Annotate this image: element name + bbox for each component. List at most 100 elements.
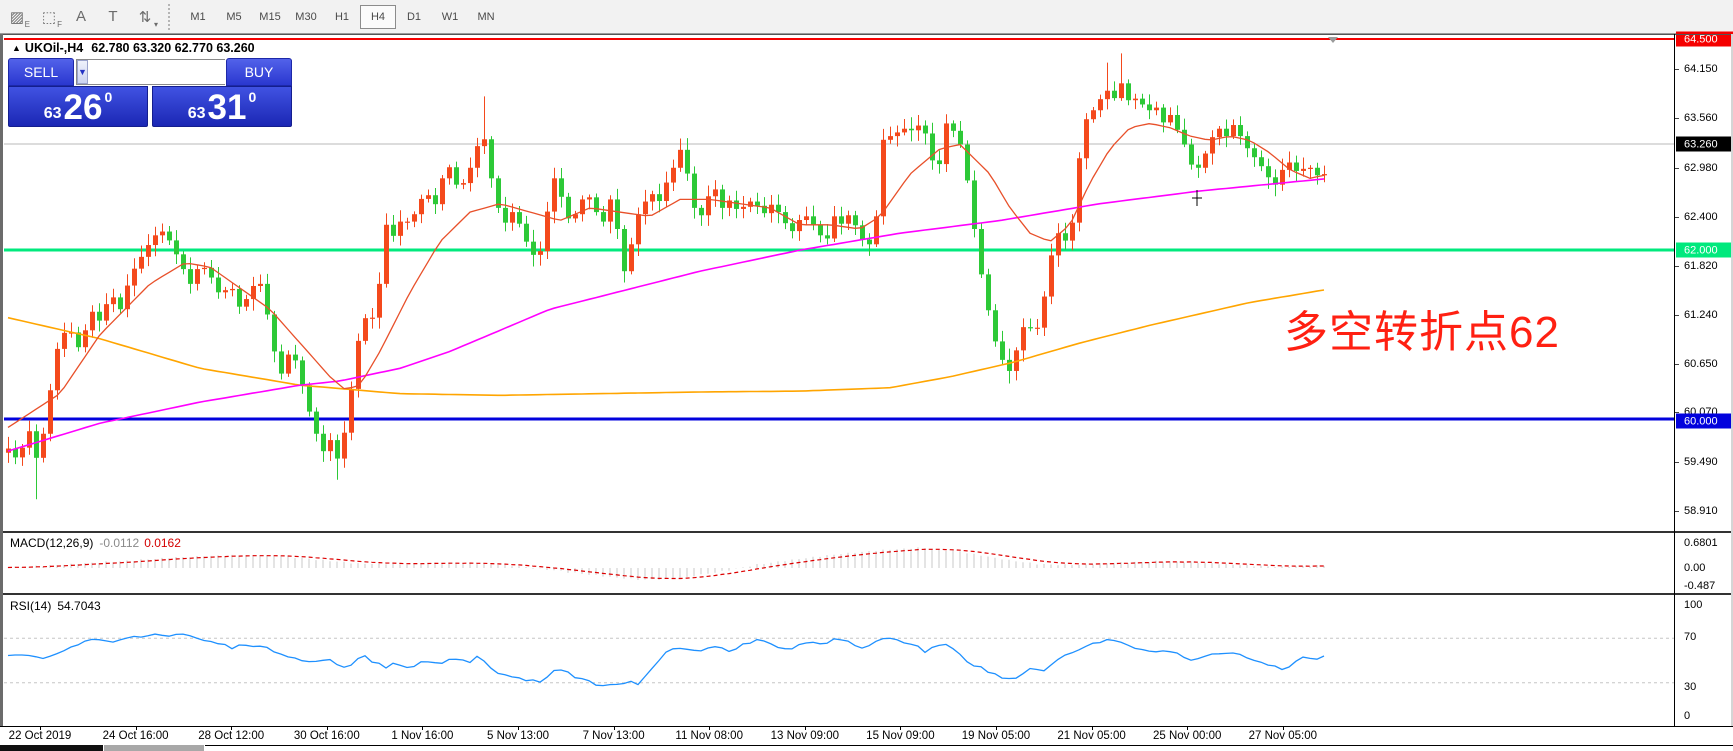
candle-body — [797, 220, 802, 231]
crosshair-draw-tool-icon[interactable]: ▨E — [2, 4, 32, 30]
time-label: 30 Oct 16:00 — [294, 730, 360, 742]
candle-body — [699, 208, 704, 215]
candle-body — [1196, 165, 1201, 168]
indicator-scale-label: 0.6801 — [1684, 537, 1718, 549]
timeframe-h1[interactable]: H1 — [324, 5, 360, 29]
candle-body — [174, 240, 179, 254]
candle-body — [1007, 360, 1012, 371]
price-tick-label: 63.560 — [1684, 112, 1718, 124]
candle-body — [1259, 157, 1264, 166]
ma_fast-line[interactable] — [8, 124, 1324, 428]
candle-body — [279, 351, 284, 373]
candle-body — [433, 195, 438, 204]
macd-separator[interactable] — [0, 531, 1733, 533]
price-badge-63.260: 63.260 — [1676, 137, 1733, 152]
scale-border — [1674, 34, 1675, 745]
time-label: 21 Nov 05:00 — [1057, 730, 1125, 742]
candle-body — [979, 229, 984, 274]
candle-body — [55, 349, 60, 390]
candle-body — [1161, 108, 1166, 123]
candle-body — [1189, 145, 1194, 165]
toolbar: ▨E⬚FAT⇅▾ M1M5M15M30H1H4D1W1MN — [0, 0, 1733, 34]
rsi-indicator-canvas[interactable] — [4, 595, 1674, 725]
bottom-tab-inactive[interactable] — [104, 745, 204, 751]
candle-body — [377, 284, 382, 318]
candle-body — [195, 269, 200, 284]
bottom-tab-strip — [0, 745, 1733, 751]
macd-indicator-canvas[interactable] — [4, 533, 1674, 592]
price-scale[interactable]: 64.15063.56062.98062.40061.82061.24060.6… — [1675, 34, 1733, 744]
candle-body — [1294, 162, 1299, 170]
candle-body — [1063, 233, 1068, 240]
timeframe-d1[interactable]: D1 — [396, 5, 432, 29]
candle-body — [272, 314, 277, 351]
candle-body — [944, 123, 949, 164]
candle-body — [34, 431, 39, 458]
candle-body — [867, 240, 872, 245]
buy-price-tile[interactable]: 63 31 0 — [152, 86, 292, 127]
candle-body — [370, 318, 375, 319]
timeframe-m1[interactable]: M1 — [180, 5, 216, 29]
candle-body — [1147, 104, 1152, 110]
sell-button[interactable]: SELL — [8, 58, 74, 86]
sell-price-sup: 0 — [104, 89, 112, 105]
candle-body — [937, 160, 942, 164]
candle-body — [181, 254, 186, 269]
collapse-arrow-icon[interactable]: ▲ — [12, 43, 21, 53]
candle-body — [1042, 297, 1047, 328]
price-tick — [1675, 118, 1679, 119]
price-tick-label: 62.400 — [1684, 211, 1718, 223]
candle-body — [314, 412, 319, 434]
text-label-tool-icon[interactable]: A — [66, 4, 96, 30]
timeframe-h4[interactable]: H4 — [360, 5, 396, 29]
candle-body — [713, 189, 718, 196]
ma_mid-line[interactable] — [8, 179, 1324, 451]
candle-body — [958, 131, 963, 145]
rsi-separator[interactable] — [0, 593, 1733, 595]
candle-body — [1112, 91, 1117, 98]
rsi-name: RSI(14) — [10, 599, 51, 613]
indicator-scale-label: 70 — [1684, 631, 1696, 643]
candle-body — [384, 225, 389, 284]
candle-body — [307, 385, 312, 411]
bottom-tab-active[interactable] — [0, 745, 103, 751]
candle-body — [1049, 255, 1054, 296]
timeframe-m30[interactable]: M30 — [288, 5, 324, 29]
candle-body — [559, 178, 564, 196]
timeframe-mn[interactable]: MN — [468, 5, 504, 29]
price-tick — [1675, 462, 1679, 463]
ma_slow-line[interactable] — [8, 290, 1324, 395]
chart-annotation-text[interactable]: 多空转折点62 — [1284, 296, 1560, 360]
price-tick-label: 61.240 — [1684, 309, 1718, 321]
candle-body — [258, 284, 263, 286]
timeframe-m15[interactable]: M15 — [252, 5, 288, 29]
candle-body — [223, 290, 228, 292]
rsi-line — [8, 634, 1324, 686]
candle-body — [20, 448, 25, 458]
text-box-tool-icon[interactable]: T — [98, 4, 128, 30]
candle-body — [888, 136, 893, 140]
candle-body — [1224, 129, 1229, 136]
timeframe-m5[interactable]: M5 — [216, 5, 252, 29]
chart-top-border — [0, 34, 1733, 35]
candle-body — [111, 297, 116, 304]
timeframe-w1[interactable]: W1 — [432, 5, 468, 29]
candle-body — [335, 440, 340, 458]
time-label: 28 Oct 12:00 — [198, 730, 264, 742]
price-tick-label: 59.490 — [1684, 456, 1718, 468]
time-label: 24 Oct 16:00 — [103, 730, 169, 742]
fibonacci-tool-icon[interactable]: ⬚F — [34, 4, 64, 30]
candle-body — [986, 274, 991, 310]
arrows-tool-icon[interactable]: ⇅▾ — [130, 4, 160, 30]
candle-body — [1203, 154, 1208, 168]
sell-price-tile[interactable]: 63 26 0 — [8, 86, 148, 127]
candle-body — [1105, 91, 1110, 99]
volume-decrease-button[interactable]: ▼ — [77, 60, 88, 84]
candle-body — [356, 341, 361, 389]
candle-body — [454, 167, 459, 184]
time-label: 5 Nov 13:00 — [487, 730, 549, 742]
time-axis[interactable]: 22 Oct 201924 Oct 16:0028 Oct 12:0030 Oc… — [0, 726, 1733, 746]
buy-button[interactable]: BUY — [226, 58, 292, 86]
candle-body — [62, 333, 67, 349]
candle-body — [202, 268, 207, 269]
